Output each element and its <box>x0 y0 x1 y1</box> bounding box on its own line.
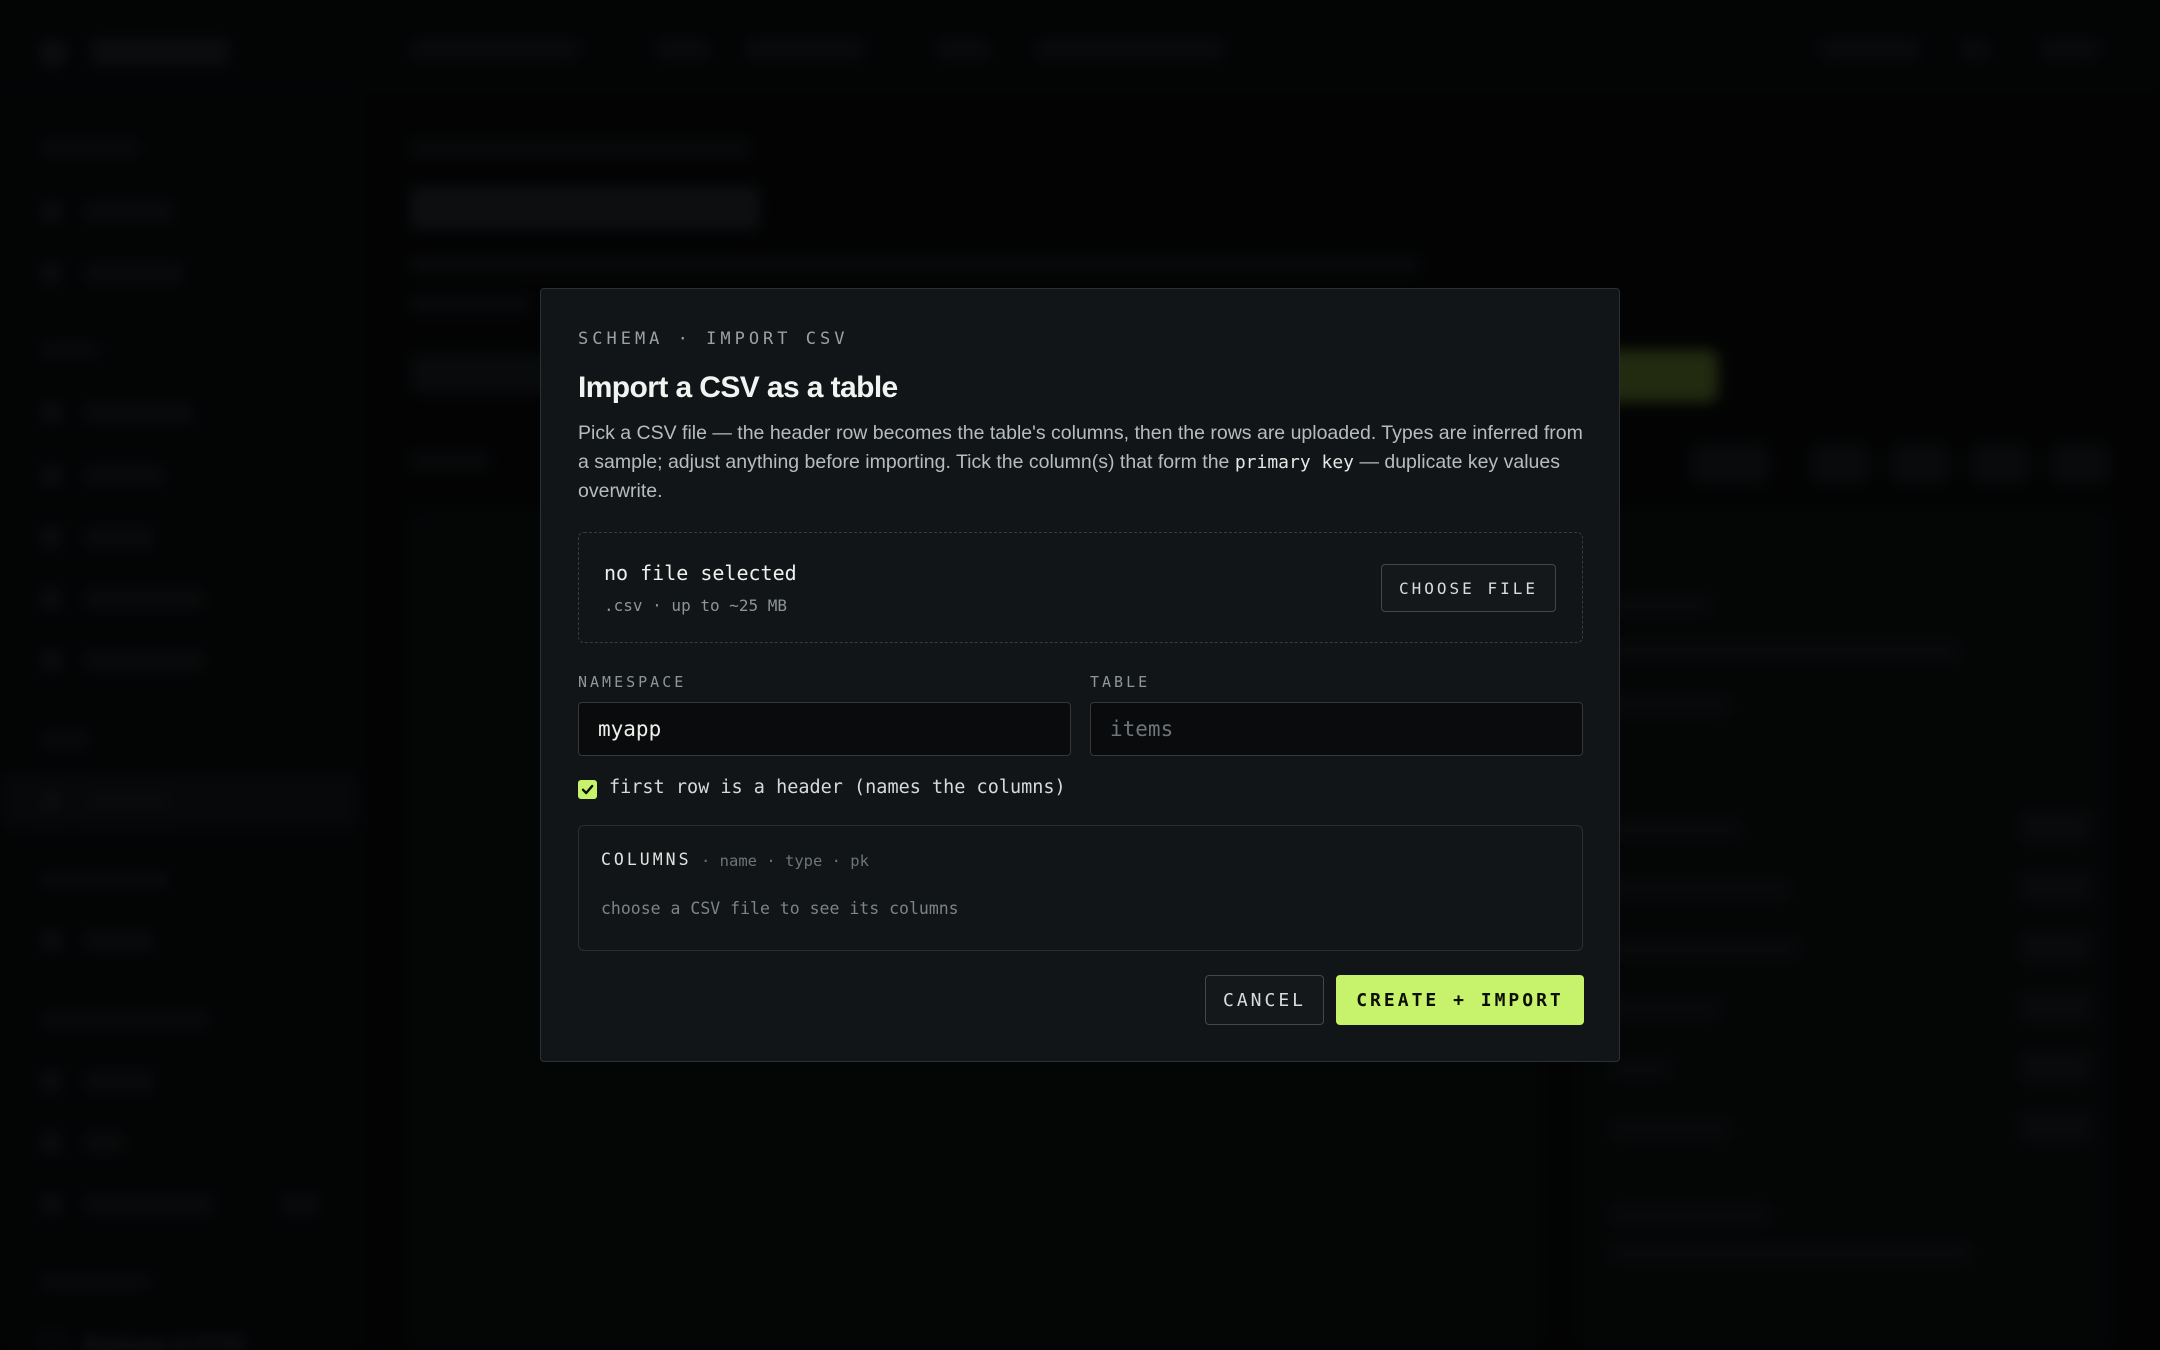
header-row-checkbox[interactable] <box>578 780 597 799</box>
file-constraints: .csv · up to ~25 MB <box>604 596 788 615</box>
description-code: primary key <box>1234 452 1355 473</box>
namespace-label: NAMESPACE <box>578 673 687 691</box>
dialog-description: Pick a CSV file — the header row becomes… <box>578 419 1588 506</box>
dialog-eyebrow: SCHEMA · IMPORT CSV <box>578 329 849 349</box>
columns-hint: · name · type · pk <box>701 852 869 870</box>
create-import-button[interactable]: CREATE + IMPORT <box>1336 975 1584 1025</box>
table-input[interactable]: items <box>1090 702 1583 756</box>
choose-file-button[interactable]: CHOOSE FILE <box>1381 564 1556 612</box>
table-label: TABLE <box>1090 673 1151 691</box>
cancel-button[interactable]: CANCEL <box>1205 975 1324 1025</box>
file-dropzone[interactable]: no file selected .csv · up to ~25 MB CHO… <box>578 532 1583 643</box>
header-row-label[interactable]: first row is a header (names the columns… <box>609 777 1066 798</box>
check-icon <box>581 784 594 795</box>
dialog-title: Import a CSV as a table <box>578 371 898 404</box>
import-csv-dialog: SCHEMA · IMPORT CSV Import a CSV as a ta… <box>540 288 1620 1062</box>
columns-heading: COLUMNS <box>601 850 692 869</box>
namespace-input[interactable]: myapp <box>578 702 1071 756</box>
file-status: no file selected <box>604 561 797 585</box>
columns-empty-state: choose a CSV file to see its columns <box>601 899 959 918</box>
columns-preview: COLUMNS · name · type · pk choose a CSV … <box>578 825 1583 951</box>
